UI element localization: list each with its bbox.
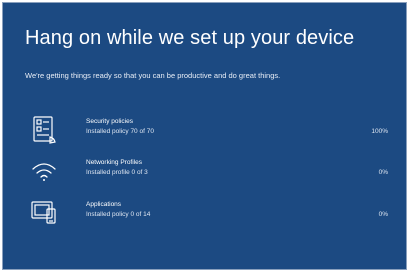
security-policies-icon — [31, 115, 57, 145]
step-name: Security policies — [86, 118, 133, 125]
step-detail: Installed profile 0 of 3 — [86, 169, 148, 176]
step-applications: Applications Installed policy 0 of 14 0% — [3, 198, 406, 230]
step-percent: 0% — [378, 211, 388, 218]
step-networking-profiles: Networking Profiles Installed profile 0 … — [3, 156, 406, 188]
step-detail: Installed policy 0 of 14 — [86, 211, 151, 218]
step-percent: 100% — [371, 128, 388, 135]
step-name: Applications — [86, 201, 122, 208]
page-title: Hang on while we set up your device — [25, 27, 355, 49]
page-subtitle: We're getting things ready so that you c… — [25, 71, 281, 80]
applications-icon — [31, 198, 57, 228]
step-name: Networking Profiles — [86, 159, 142, 166]
step-security-policies: Security policies Installed policy 70 of… — [3, 115, 406, 147]
step-percent: 0% — [378, 169, 388, 176]
wifi-icon — [31, 156, 57, 186]
step-detail: Installed policy 70 of 70 — [86, 128, 154, 135]
setup-window: Hang on while we set up your device We'r… — [3, 3, 406, 269]
